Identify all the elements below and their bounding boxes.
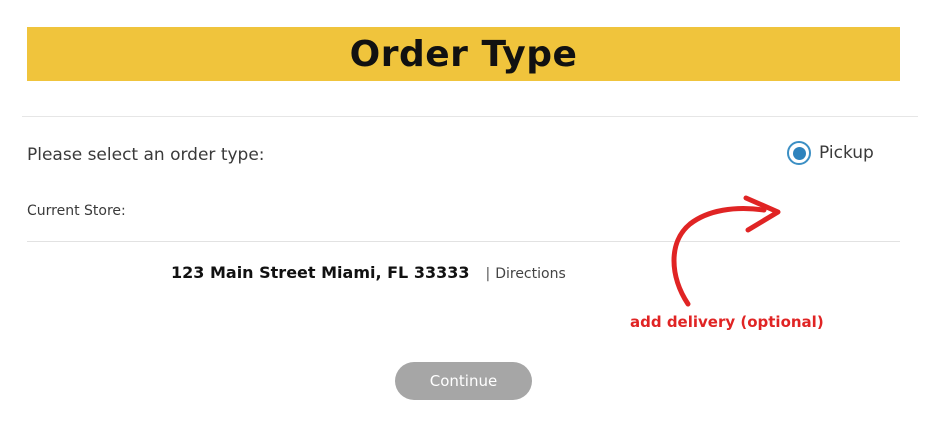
annotation-text: add delivery (optional) (630, 313, 824, 331)
radio-selected-dot-icon (792, 146, 806, 160)
header-banner: Order Type (27, 27, 900, 81)
pickup-option[interactable]: Pickup (787, 141, 874, 165)
directions-link[interactable]: Directions (495, 266, 566, 282)
divider-top (22, 116, 918, 117)
separator: | (485, 266, 491, 282)
pickup-label: Pickup (819, 143, 874, 163)
continue-button[interactable]: Continue (395, 362, 532, 400)
store-address: 123 Main Street Miami, FL 33333 (171, 263, 470, 282)
annotation-arrow-icon (671, 195, 781, 307)
pickup-radio[interactable] (787, 141, 811, 165)
current-store-label: Current Store: (27, 203, 126, 219)
store-address-row: 123 Main Street Miami, FL 33333 | Direct… (171, 263, 566, 282)
order-type-prompt: Please select an order type: (27, 145, 265, 165)
page-title: Order Type (349, 33, 578, 75)
